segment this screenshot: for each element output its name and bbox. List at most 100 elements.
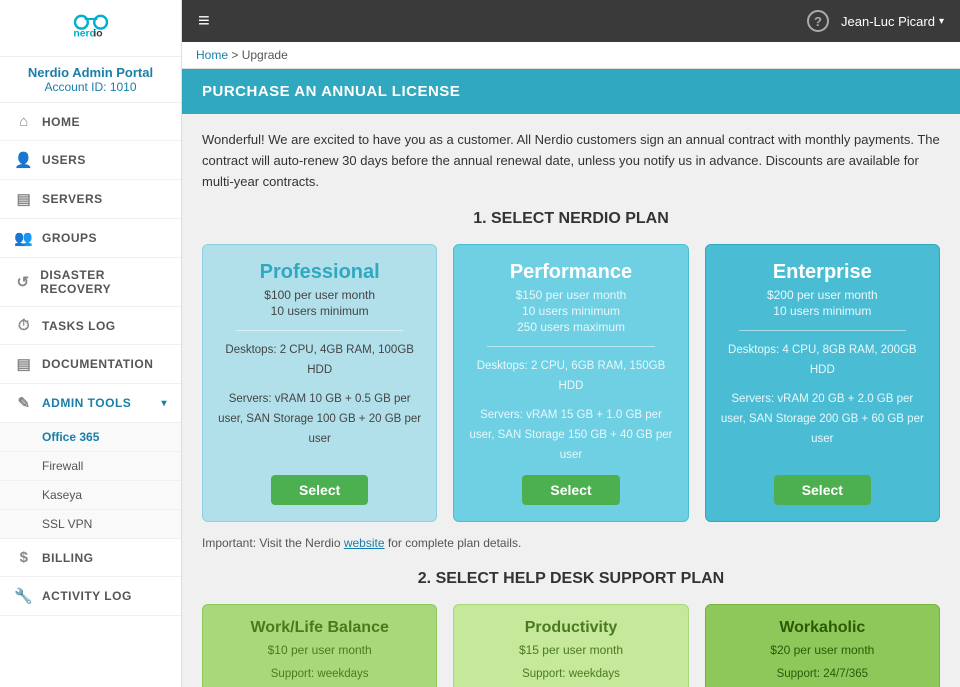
topbar-right: ? Jean-Luc Picard ▾: [807, 10, 944, 32]
plan-server-specs-enterprise: Servers: vRAM 20 GB + 2.0 GB per user, S…: [718, 390, 927, 449]
important-note-prefix: Important: Visit the Nerdio: [202, 536, 344, 550]
plan-min-users-professional: 10 users minimum: [271, 304, 369, 318]
plan-price-performance: $150 per user month: [516, 288, 627, 302]
helpdesk-name-workaholic: Workaholic: [718, 619, 927, 637]
section2-title: 2. SELECT HELP DESK SUPPORT PLAN: [202, 570, 940, 588]
hamburger-menu-button[interactable]: ≡: [198, 10, 210, 33]
user-menu[interactable]: Jean-Luc Picard ▾: [841, 14, 944, 29]
sidebar-item-label: SERVERS: [42, 192, 103, 206]
sidebar-submenu-ssl-vpn[interactable]: SSL VPN: [0, 510, 181, 539]
sidebar-item-label: USERS: [42, 153, 86, 167]
user-name: Jean-Luc Picard: [841, 14, 935, 29]
sidebar-submenu-firewall[interactable]: Firewall: [0, 452, 181, 481]
sidebar-item-users[interactable]: 👤 USERS: [0, 141, 181, 180]
plan-select-button-professional[interactable]: Select: [271, 475, 368, 505]
sidebar-item-label: TASKS LOG: [42, 319, 116, 333]
plan-desktop-specs-professional: Desktops: 2 CPU, 4GB RAM, 100GB HDD: [215, 341, 424, 380]
sidebar-item-label: HOME: [42, 115, 80, 129]
helpdesk-specs-worklife: Support: weekdays8am to 5pm local UStime…: [215, 665, 424, 687]
topbar: ≡ ? Jean-Luc Picard ▾: [182, 0, 960, 42]
sidebar-item-label: ACTIVITY LOG: [42, 589, 132, 603]
breadcrumb: Home > Upgrade: [182, 42, 960, 69]
content-area: PURCHASE AN ANNUAL LICENSE Wonderful! We…: [182, 69, 960, 687]
sidebar-item-servers[interactable]: ▤ SERVERS: [0, 180, 181, 219]
home-icon: ⌂: [14, 113, 34, 130]
helpdesk-price-workaholic: $20 per user month: [718, 643, 927, 657]
purchase-header: PURCHASE AN ANNUAL LICENSE: [182, 69, 960, 114]
section1-title: 1. SELECT NERDIO PLAN: [202, 210, 940, 228]
sidebar-account: Nerdio Admin Portal Account ID: 1010: [0, 57, 181, 103]
sidebar-item-label: DISASTER RECOVERY: [40, 268, 167, 296]
plan-server-specs-performance: Servers: vRAM 15 GB + 1.0 GB per user, S…: [466, 406, 675, 465]
plan-name-performance: Performance: [510, 261, 632, 284]
documentation-icon: ▤: [14, 355, 34, 373]
billing-icon: $: [14, 549, 34, 566]
sidebar-item-groups[interactable]: 👥 GROUPS: [0, 219, 181, 258]
important-note: Important: Visit the Nerdio website for …: [202, 536, 940, 550]
helpdesk-name-productivity: Productivity: [466, 619, 675, 637]
plan-min-users-performance: 10 users minimum: [522, 304, 620, 318]
breadcrumb-current: Upgrade: [242, 48, 288, 62]
helpdesk-plans-grid: Work/Life Balance $10 per user month Sup…: [202, 604, 940, 687]
user-menu-chevron: ▾: [939, 16, 944, 27]
users-icon: 👤: [14, 151, 34, 169]
plan-desktop-specs-enterprise: Desktops: 4 CPU, 8GB RAM, 200GB HDD: [718, 341, 927, 380]
nerdio-plans-grid: Professional $100 per user month 10 user…: [202, 244, 940, 522]
sidebar-item-admin-tools[interactable]: ✎ ADMIN TOOLS ▾: [0, 384, 181, 423]
helpdesk-name-worklife: Work/Life Balance: [215, 619, 424, 637]
groups-icon: 👥: [14, 229, 34, 247]
sidebar-submenu-kaseya[interactable]: Kaseya: [0, 481, 181, 510]
sidebar-item-label: DOCUMENTATION: [42, 357, 153, 371]
chevron-down-icon: ▾: [161, 398, 167, 409]
helpdesk-card-productivity: Productivity $15 per user month Support:…: [453, 604, 688, 687]
intro-text: Wonderful! We are excited to have you as…: [202, 130, 940, 192]
svg-text:nerd: nerd: [73, 29, 96, 40]
plan-select-button-enterprise[interactable]: Select: [774, 475, 871, 505]
sidebar-item-documentation[interactable]: ▤ DOCUMENTATION: [0, 345, 181, 384]
content-body: Wonderful! We are excited to have you as…: [182, 114, 960, 687]
sidebar-item-disaster-recovery[interactable]: ↺ DISASTER RECOVERY: [0, 258, 181, 307]
breadcrumb-separator: >: [231, 48, 238, 62]
plan-name-professional: Professional: [260, 261, 380, 284]
helpdesk-specs-productivity: Support: weekdays7am to 7pm local UStime…: [466, 665, 675, 687]
admin-tools-submenu: Office 365 Firewall Kaseya SSL VPN: [0, 423, 181, 539]
svg-text:io: io: [93, 29, 102, 40]
breadcrumb-home[interactable]: Home: [196, 48, 228, 62]
helpdesk-price-productivity: $15 per user month: [466, 643, 675, 657]
nerdio-logo-icon: nerd io: [67, 12, 115, 42]
sidebar-logo: nerd io: [0, 0, 181, 57]
helpdesk-specs-workaholic: Support: 24/7/365Severity 1 resolution:2…: [718, 665, 927, 687]
sidebar-item-tasks-log[interactable]: ⏱ TASKS LOG: [0, 307, 181, 345]
sidebar: nerd io Nerdio Admin Portal Account ID: …: [0, 0, 182, 687]
sidebar-item-home[interactable]: ⌂ HOME: [0, 103, 181, 141]
servers-icon: ▤: [14, 190, 34, 208]
plan-desktop-specs-performance: Desktops: 2 CPU, 6GB RAM, 150GB HDD: [466, 357, 675, 396]
plan-name-enterprise: Enterprise: [773, 261, 872, 284]
sidebar-item-label: GROUPS: [42, 231, 97, 245]
sidebar-submenu-office365[interactable]: Office 365: [0, 423, 181, 452]
important-note-link[interactable]: website: [344, 536, 385, 550]
disaster-recovery-icon: ↺: [14, 273, 32, 291]
sidebar-item-billing[interactable]: $ BILLING: [0, 539, 181, 577]
activity-log-icon: 🔧: [14, 587, 34, 605]
important-note-suffix: for complete plan details.: [385, 536, 522, 550]
plan-price-professional: $100 per user month: [264, 288, 375, 302]
account-id: Account ID: 1010: [10, 80, 171, 94]
helpdesk-card-workaholic: Workaholic $20 per user month Support: 2…: [705, 604, 940, 687]
admin-tools-icon: ✎: [14, 394, 34, 412]
tasks-log-icon: ⏱: [14, 317, 34, 334]
plan-price-enterprise: $200 per user month: [767, 288, 878, 302]
plan-card-professional: Professional $100 per user month 10 user…: [202, 244, 437, 522]
plan-card-performance: Performance $150 per user month 10 users…: [453, 244, 688, 522]
plan-server-specs-professional: Servers: vRAM 10 GB + 0.5 GB per user, S…: [215, 390, 424, 449]
main-area: ≡ ? Jean-Luc Picard ▾ Home > Upgrade PUR…: [182, 0, 960, 687]
help-button[interactable]: ?: [807, 10, 829, 32]
portal-name: Nerdio Admin Portal: [10, 65, 171, 80]
sidebar-item-activity-log[interactable]: 🔧 ACTIVITY LOG: [0, 577, 181, 616]
plan-max-users-performance: 250 users maximum: [517, 320, 625, 334]
sidebar-item-label: BILLING: [42, 551, 94, 565]
plan-card-enterprise: Enterprise $200 per user month 10 users …: [705, 244, 940, 522]
helpdesk-price-worklife: $10 per user month: [215, 643, 424, 657]
plan-select-button-performance[interactable]: Select: [522, 475, 619, 505]
plan-min-users-enterprise: 10 users minimum: [773, 304, 871, 318]
